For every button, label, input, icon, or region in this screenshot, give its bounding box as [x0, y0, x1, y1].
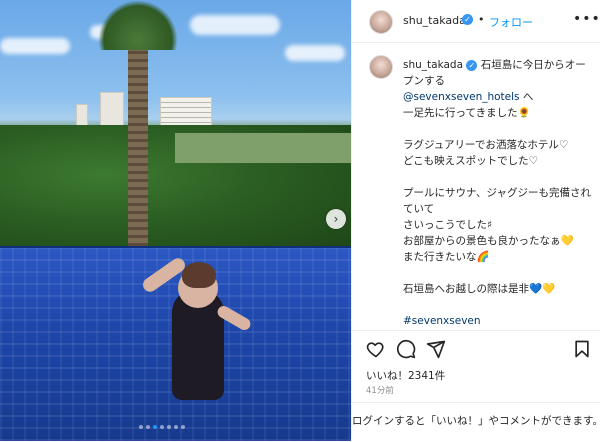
cloud [190, 15, 280, 35]
palm-trunk [128, 30, 148, 250]
carousel-dot [174, 425, 178, 429]
login-prompt[interactable]: ログインすると「いいね！」やコメントができます。 [352, 402, 600, 442]
avatar[interactable] [369, 10, 393, 34]
carousel-dot [153, 425, 157, 429]
follow-button[interactable]: フォロー [489, 14, 533, 30]
caption-body: へ 一足先に行ってきました🌻 ラグジュアリーでお洒落なホテル♡ どこも映えスポッ… [403, 91, 591, 295]
action-bar [352, 330, 600, 361]
like-count[interactable]: いいね！2341件 [366, 368, 445, 383]
instagram-post-embed: › shu_takada ✓ • フォロー ••• shu_takada ✓ 石… [0, 0, 600, 441]
carousel-dot [167, 425, 171, 429]
person-hair [182, 262, 216, 288]
caption-username[interactable]: shu_takada [403, 59, 463, 71]
lawn [175, 133, 351, 163]
mention-link[interactable]: @sevenxseven_hotels [403, 91, 520, 103]
carousel-dot [146, 425, 150, 429]
carousel-indicator [139, 425, 185, 429]
cloud [0, 38, 70, 54]
more-options-icon[interactable]: ••• [573, 11, 600, 27]
login-prompt-text[interactable]: ログインすると「いいね！」やコメントができます。 [352, 413, 600, 428]
heart-icon[interactable] [366, 339, 386, 359]
carousel-dot [181, 425, 185, 429]
carousel-dot [160, 425, 164, 429]
username-link[interactable]: shu_takada [403, 14, 466, 27]
post-header: shu_takada ✓ • フォロー ••• [352, 0, 600, 43]
share-icon[interactable] [426, 339, 446, 359]
verified-badge-icon: ✓ [466, 59, 478, 71]
post-side-panel: shu_takada ✓ • フォロー ••• shu_takada ✓ 石垣島… [351, 0, 600, 441]
chevron-right-icon: › [333, 212, 339, 226]
post-timestamp[interactable]: 41分前 [366, 384, 394, 396]
bookmark-icon[interactable] [572, 339, 592, 359]
comment-icon[interactable] [396, 339, 416, 359]
caption-area[interactable]: shu_takada ✓ 石垣島に今日からオープンする @sevenxseven… [352, 43, 600, 329]
avatar[interactable] [369, 55, 393, 79]
verified-badge-icon: ✓ [462, 14, 473, 25]
carousel-next-button[interactable]: › [326, 209, 346, 229]
post-photo[interactable]: › [0, 0, 351, 441]
hashtag-list[interactable]: #sevenxseven #sevenxsevenishigaki #ishig… [403, 315, 521, 329]
carousel-dot [139, 425, 143, 429]
caption-text: shu_takada ✓ 石垣島に今日からオープンする @sevenxseven… [403, 57, 593, 329]
palm-fronds [98, 0, 178, 50]
cloud [285, 45, 345, 61]
separator-dot: • [478, 13, 485, 26]
